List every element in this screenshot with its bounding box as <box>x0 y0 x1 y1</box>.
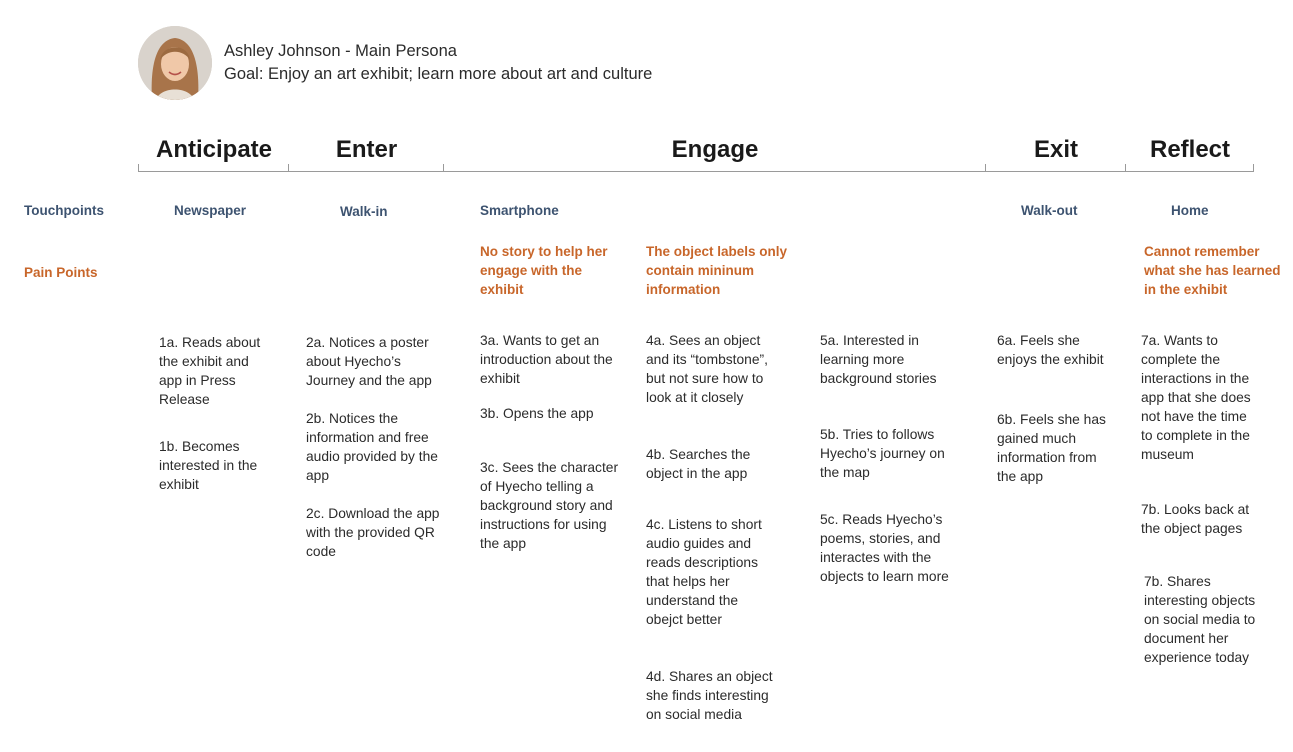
stage-tick <box>138 164 139 172</box>
step-5a: 5a. Interested in learning more backgrou… <box>820 333 937 386</box>
step-7b-share: 7b. Shares interesting objects on social… <box>1144 574 1256 665</box>
stage-engage: Engage <box>671 136 759 163</box>
step-3b: 3b. Opens the app <box>480 406 594 421</box>
stage-reflect: Reflect <box>1149 136 1231 163</box>
step-6b: 6b. Feels she has gained much informatio… <box>997 412 1106 484</box>
step-2b: 2b. Notices the information and free aud… <box>306 411 438 483</box>
stage-exit: Exit <box>1033 136 1078 163</box>
touchpoints-label: Touchpoints <box>24 203 104 218</box>
stage-divider-line <box>138 171 1254 172</box>
touchpoint-exit: Walk-out <box>1021 203 1078 218</box>
pain-point-reflect: Cannot remember what she has learned in … <box>1144 244 1281 297</box>
stage-tick <box>288 164 289 172</box>
step-6a: 6a. Feels she enjoys the exhibit <box>997 333 1104 367</box>
touchpoint-enter: Walk-in <box>340 204 388 219</box>
stage-tick <box>985 164 986 172</box>
step-4c: 4c. Listens to short audio guides and re… <box>646 517 762 627</box>
persona-avatar <box>138 26 212 100</box>
step-3c: 3c. Sees the character of Hyecho telling… <box>480 460 619 551</box>
step-7a: 7a. Wants to complete the interactions i… <box>1141 333 1251 462</box>
step-1a: 1a. Reads about the exhibit and app in P… <box>159 335 261 407</box>
step-2c: 2c. Download the app with the provided Q… <box>306 506 440 559</box>
persona-goal: Goal: Enjoy an art exhibit; learn more a… <box>224 65 653 83</box>
stage-anticipate: Anticipate <box>155 136 272 163</box>
stage-tick <box>1253 164 1254 172</box>
step-7b: 7b. Looks back at the object pages <box>1141 502 1250 536</box>
step-5b: 5b. Tries to follows Hyecho’s journey on… <box>820 427 945 480</box>
step-4d: 4d. Shares an object she finds interesti… <box>646 669 773 722</box>
touchpoint-engage: Smartphone <box>480 203 559 218</box>
pain-points-label: Pain Points <box>24 265 98 280</box>
step-5c: 5c. Reads Hyecho’s poems, stories, and i… <box>820 512 949 584</box>
pain-point-engage-labels: The object labels only contain mininum i… <box>646 244 788 297</box>
stage-tick <box>1125 164 1126 172</box>
step-1b: 1b. Becomes interested in the exhibit <box>159 439 258 492</box>
step-3a: 3a. Wants to get an introduction about t… <box>480 333 613 386</box>
stage-tick <box>443 164 444 172</box>
step-4a: 4a. Sees an object and its “tombstone”, … <box>646 333 768 405</box>
stage-enter: Enter <box>335 136 398 163</box>
touchpoint-reflect: Home <box>1171 203 1209 218</box>
pain-point-engage-story: No story to help her engage with the exh… <box>480 244 608 297</box>
step-4b: 4b. Searches the object in the app <box>646 447 751 481</box>
step-2a: 2a. Notices a poster about Hyecho’s Jour… <box>306 335 432 388</box>
persona-name: Ashley Johnson - Main Persona <box>224 42 457 60</box>
avatar-illustration <box>138 26 212 100</box>
touchpoint-anticipate: Newspaper <box>174 203 247 218</box>
